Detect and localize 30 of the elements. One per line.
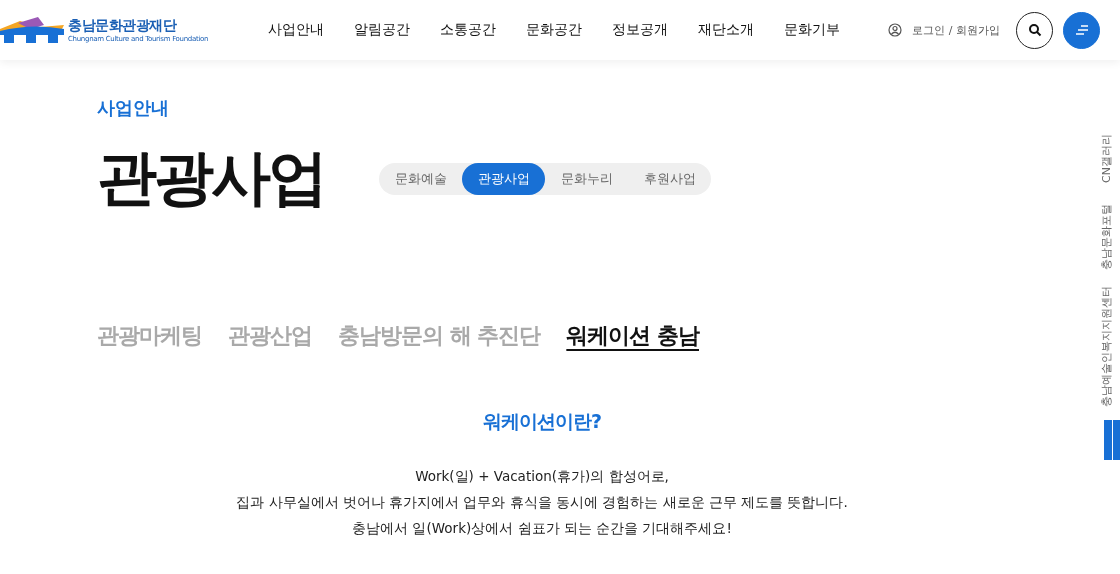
menu-button[interactable] xyxy=(1063,11,1100,49)
description-text: 충남에서 일(Work)상에서 쉼표가 되는 순간을 기대해주세요! xyxy=(352,519,732,538)
menu-icon xyxy=(1074,23,1089,37)
sub-tab[interactable]: 워케이션 충남 xyxy=(566,321,699,351)
search-icon xyxy=(1027,23,1042,37)
user-icon xyxy=(888,23,903,37)
section-heading: 워케이션이란? xyxy=(483,409,601,434)
breadcrumb: 사업안내 xyxy=(97,96,170,120)
nav-link[interactable]: 소통공간 xyxy=(440,21,496,39)
category-tab[interactable]: 후원사업 xyxy=(628,162,711,195)
description-text: Work(일) + Vacation(휴가)의 합성어로, xyxy=(415,467,669,486)
search-button[interactable] xyxy=(1016,11,1053,49)
login-link[interactable]: 로그인 / 회원가입 xyxy=(912,22,1000,38)
logo-icon xyxy=(0,15,64,45)
nav-link[interactable]: 사업안내 xyxy=(268,21,324,39)
side-link[interactable]: 충남문화포털 xyxy=(1098,203,1114,269)
page-title: 관광사업 xyxy=(97,141,325,214)
nav-link[interactable]: 문화기부 xyxy=(784,21,840,39)
description-text: 집과 사무실에서 벗어나 휴가지에서 업무와 휴식을 동시에 경험하는 새로운 근무 제도를 뜻합니다. xyxy=(236,493,848,512)
category-tab[interactable]: 관광사업 xyxy=(462,162,545,195)
category-tab[interactable]: 문화누리 xyxy=(545,162,628,195)
nav-link[interactable]: 정보공개 xyxy=(612,21,668,39)
nav-link[interactable]: 알림공간 xyxy=(354,21,410,39)
category-tab[interactable]: 문화예술 xyxy=(379,162,462,195)
scroll-indicator xyxy=(1104,420,1120,460)
nav-link[interactable]: 문화공간 xyxy=(526,21,582,39)
nav-link[interactable]: 재단소개 xyxy=(698,21,754,39)
side-link[interactable]: 충남예술인복지지원센터 xyxy=(1098,285,1114,407)
logo-name[interactable]: 충남문화관광재단 xyxy=(68,17,209,35)
side-link[interactable]: CN갤러리 xyxy=(1098,133,1114,183)
